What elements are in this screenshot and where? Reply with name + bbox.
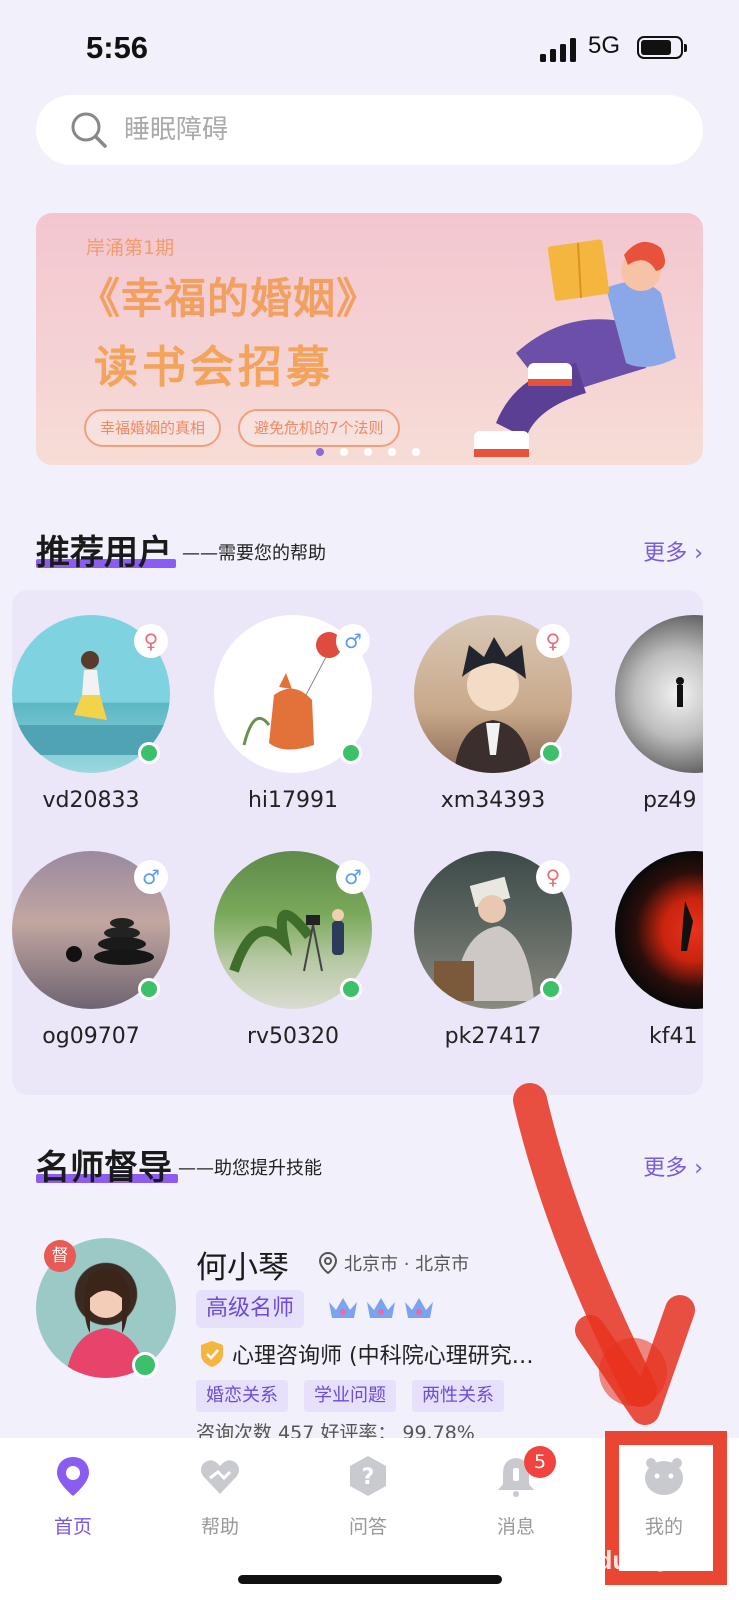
profile-icon bbox=[645, 1458, 683, 1495]
banner-episode: 岸涌第1期 bbox=[86, 237, 175, 259]
home-indicator bbox=[238, 1575, 502, 1584]
promo-banner[interactable]: 岸涌第1期 《幸福的婚姻》 读书会招募 幸福婚姻的真相 避免危机的7个法则 bbox=[36, 213, 703, 465]
home-icon bbox=[57, 1457, 89, 1496]
online-status-dot bbox=[340, 742, 362, 764]
tab-help[interactable]: 帮助 bbox=[170, 1454, 270, 1554]
male-icon: ♂ bbox=[336, 860, 370, 894]
username: xm34393 bbox=[440, 788, 546, 813]
status-bar: 5:56 5G bbox=[0, 0, 739, 95]
unread-badge: 5 bbox=[524, 1446, 556, 1478]
tab-profile[interactable]: 我的 bbox=[614, 1454, 714, 1554]
online-status-dot bbox=[138, 742, 160, 764]
user-card[interactable]: ♀ pk27417 bbox=[414, 826, 574, 1056]
search-input[interactable] bbox=[124, 110, 664, 150]
tab-home[interactable]: 首页 bbox=[23, 1454, 123, 1554]
username: kf41 bbox=[649, 1024, 698, 1049]
tab-qa[interactable]: ? 问答 bbox=[318, 1454, 418, 1554]
male-icon: ♂ bbox=[134, 860, 168, 894]
search-bar[interactable] bbox=[36, 95, 703, 165]
watermark: Baidu经验 bbox=[556, 1545, 681, 1575]
username: pk27417 bbox=[444, 1024, 542, 1049]
supervisor-badge: 督 bbox=[44, 1240, 76, 1272]
mentors-more-link[interactable]: 更多 › bbox=[643, 1150, 703, 1182]
mentor-level-badge: 高级名师 bbox=[196, 1290, 305, 1328]
banner-pagination bbox=[316, 448, 420, 456]
status-time: 5:56 bbox=[86, 30, 149, 65]
recommended-users-grid: ♀ vd20833 ♂ hi17991 ♀ xm34393 pz49 ♂ og0… bbox=[12, 590, 703, 1095]
female-icon: ♀ bbox=[536, 624, 570, 658]
username: hi17991 bbox=[247, 788, 339, 813]
tab-label: 我的 bbox=[644, 1516, 683, 1538]
recommend-header: 推荐用户 ——需要您的帮助 更多 › bbox=[36, 525, 703, 575]
tab-label: 首页 bbox=[53, 1516, 92, 1538]
online-status-dot bbox=[138, 978, 160, 1000]
online-status-dot bbox=[540, 742, 562, 764]
recommend-subtitle: ——需要您的帮助 bbox=[182, 543, 326, 564]
crown-icon bbox=[329, 1298, 357, 1318]
online-status-dot bbox=[540, 978, 562, 1000]
user-card[interactable]: ♀ xm34393 bbox=[414, 590, 574, 820]
username: og09707 bbox=[42, 1024, 140, 1049]
avatar bbox=[615, 851, 703, 1009]
mentor-certification: 心理咨询师 (中科院心理研究… bbox=[232, 1344, 534, 1369]
mentor-tag: 两性关系 bbox=[412, 1380, 504, 1412]
tab-messages[interactable]: 5 消息 bbox=[466, 1446, 566, 1554]
avatar bbox=[615, 615, 703, 773]
recommend-more-link[interactable]: 更多 › bbox=[643, 535, 703, 567]
username: pz49 bbox=[643, 788, 697, 813]
mentors-title: 名师督导 bbox=[36, 1148, 172, 1188]
user-card[interactable]: ♂ hi17991 bbox=[214, 590, 374, 820]
banner-title: 《幸福的婚姻》 bbox=[78, 274, 380, 323]
tab-label: 问答 bbox=[348, 1516, 387, 1538]
crown-icon bbox=[405, 1298, 433, 1318]
banner-subtitle: 读书会招募 bbox=[94, 342, 334, 393]
male-icon: ♂ bbox=[336, 624, 370, 658]
user-card[interactable]: ♂ rv50320 bbox=[214, 826, 374, 1056]
mentors-subtitle: ——助您提升技能 bbox=[178, 1158, 322, 1179]
mentor-tag: 学业问题 bbox=[304, 1380, 396, 1412]
tab-label: 消息 bbox=[496, 1516, 535, 1538]
mentor-name: 何小琴 bbox=[196, 1250, 289, 1286]
search-icon bbox=[71, 112, 107, 148]
female-icon: ♀ bbox=[536, 860, 570, 894]
user-card[interactable]: ♂ og09707 bbox=[12, 826, 172, 1056]
user-card[interactable]: kf41 bbox=[615, 826, 703, 1056]
user-card[interactable]: ♀ vd20833 bbox=[12, 590, 172, 820]
user-card[interactable]: pz49 bbox=[615, 590, 703, 820]
username: rv50320 bbox=[246, 1024, 340, 1049]
username: vd20833 bbox=[42, 788, 140, 813]
crown-rating bbox=[326, 1294, 436, 1322]
signal-icon bbox=[540, 38, 576, 62]
help-heart-icon bbox=[200, 1460, 240, 1494]
online-status-dot bbox=[132, 1352, 158, 1378]
reading-person-illustration bbox=[474, 239, 676, 457]
online-status-dot bbox=[340, 978, 362, 1000]
verified-shield-icon bbox=[201, 1341, 223, 1367]
crown-icon bbox=[367, 1298, 395, 1318]
mentors-header: 名师督导 ——助您提升技能 更多 › bbox=[36, 1140, 703, 1190]
female-icon: ♀ bbox=[134, 624, 168, 658]
location-pin-icon bbox=[319, 1252, 337, 1274]
recommend-title: 推荐用户 bbox=[36, 533, 172, 573]
tab-label: 帮助 bbox=[200, 1516, 239, 1538]
network-type: 5G bbox=[588, 32, 621, 59]
mentor-location: 北京市 · 北京市 bbox=[344, 1254, 470, 1275]
banner-tag: 幸福婚姻的真相 bbox=[84, 409, 222, 447]
battery-icon bbox=[637, 36, 687, 59]
banner-tag: 避免危机的7个法则 bbox=[238, 409, 400, 447]
mentor-card[interactable]: 督 何小琴 北京市 · 北京市 高级名师 心理咨询师 (中科院心理研究… 婚恋关… bbox=[36, 1238, 703, 1444]
mentor-tag: 婚恋关系 bbox=[196, 1380, 288, 1412]
question-icon: ? bbox=[350, 1456, 386, 1496]
svg-text:?: ? bbox=[362, 1465, 375, 1490]
